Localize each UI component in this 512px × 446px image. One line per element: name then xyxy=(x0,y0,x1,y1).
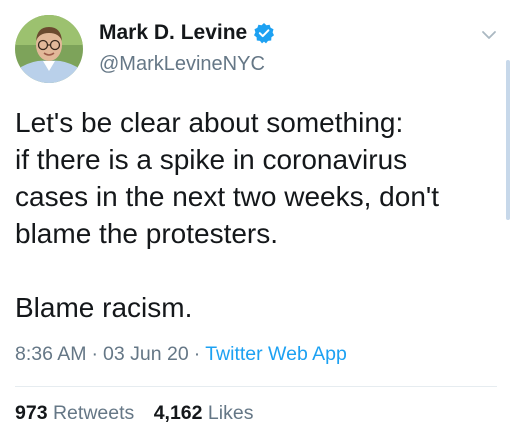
likes-count: 4,162 xyxy=(153,402,203,424)
avatar-image xyxy=(15,15,83,83)
tweet-card: Mark D. Levine @MarkLevineNYC Let's be c… xyxy=(0,0,512,446)
author-handle[interactable]: @MarkLevineNYC xyxy=(99,53,265,76)
tweet-source-link[interactable]: Twitter Web App xyxy=(205,343,347,365)
verified-badge-icon xyxy=(253,22,275,44)
retweets-label: Retweets xyxy=(52,402,135,424)
scrollbar[interactable] xyxy=(506,60,510,220)
likes-stat[interactable]: 4,162 Likes xyxy=(154,402,254,425)
retweets-count: 973 xyxy=(15,402,48,424)
meta-separator: · xyxy=(193,343,201,365)
meta-separator: · xyxy=(91,343,99,365)
tweet-date[interactable]: 03 Jun 20 xyxy=(103,343,189,365)
chevron-down-icon[interactable] xyxy=(480,26,498,44)
tweet-time[interactable]: 8:36 AM xyxy=(15,343,87,365)
tweet-meta: 8:36 AM · 03 Jun 20 · Twitter Web App xyxy=(15,343,347,366)
author-name-row[interactable]: Mark D. Levine xyxy=(99,19,275,47)
retweets-stat[interactable]: 973 Retweets xyxy=(15,402,134,425)
likes-label: Likes xyxy=(207,402,254,424)
display-name[interactable]: Mark D. Levine xyxy=(99,21,247,45)
tweet-stats: 973 Retweets 4,162 Likes xyxy=(15,402,253,425)
avatar[interactable] xyxy=(15,15,83,83)
divider xyxy=(15,386,497,387)
tweet-text: Let's be clear about something: if there… xyxy=(15,107,440,323)
